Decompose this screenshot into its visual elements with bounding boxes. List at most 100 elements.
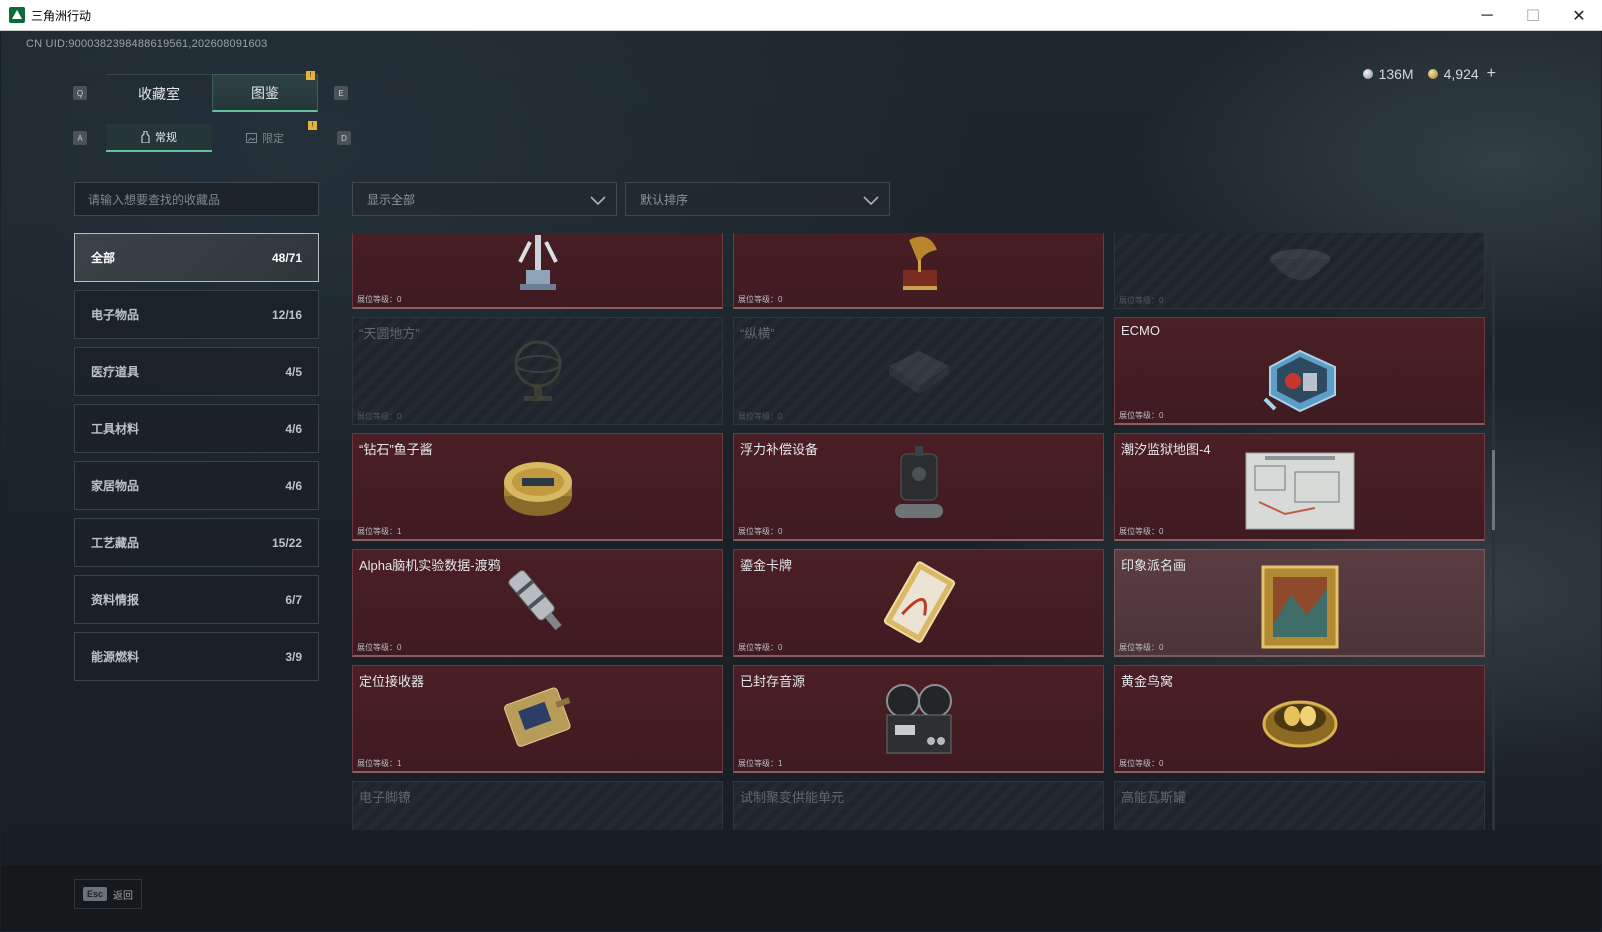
sort-dropdown-value: 默认排序 [640,192,689,207]
back-button[interactable]: Esc 返回 [74,879,142,909]
item-card[interactable]: 浮力补偿设备 展位等级：0 [733,433,1104,541]
category-all[interactable]: 全部 48/71 [74,233,319,282]
item-card[interactable]: 试制聚变供能单元 [733,781,1104,830]
level-label: 展位等级： [357,295,397,304]
item-title: 已封存音源 [740,674,806,689]
maximize-button[interactable]: ☐ [1510,0,1556,31]
category-crafts[interactable]: 工艺藏品 15/22 [74,518,319,567]
back-label: 返回 [113,890,134,902]
tab-notify-badge: ! [306,71,315,80]
level-label: 展位等级： [357,527,397,536]
tab-collection-room[interactable]: 收藏室 [106,74,212,112]
item-card[interactable]: 展位等级：0 [733,233,1104,309]
item-card[interactable]: 已封存音源 展位等级：1 [733,665,1104,773]
item-title: 潮汐监狱地图-4 [1121,442,1211,457]
buoyancy-device-icon [894,445,943,518]
level-label: 展位等级： [738,295,778,304]
add-currency-button[interactable]: + [1487,65,1496,83]
item-title: 浮力补偿设备 [740,442,819,457]
item-card[interactable]: 潮汐监狱地图-4 展位等级：0 [1114,433,1485,541]
window-controls: ─ ☐ ✕ [1464,0,1602,31]
category-energy[interactable]: 能源燃料 3/9 [74,632,319,681]
item-card[interactable]: 定位接收器 展位等级：1 [352,665,723,773]
item-card[interactable]: 高能瓦斯罐 [1114,781,1485,830]
category-household[interactable]: 家居物品 4/6 [74,461,319,510]
item-card[interactable]: “天圆地方” 展位等级：0 [352,317,723,425]
item-title: 高能瓦斯罐 [1121,790,1187,805]
collectible-grid: 展位等级：0 展位等级：0 展位等级：0 “天圆地方” 展位等级：0 “纵横” … [352,233,1485,830]
filter-dropdown[interactable]: 显示全部 [352,182,617,216]
chessboard-icon [888,351,949,394]
gold-balance: 4,924 + [1427,65,1496,83]
category-count: 6/7 [285,592,302,607]
key-hint-q: Q [73,86,87,100]
level-label: 展位等级： [1119,643,1159,652]
category-tools[interactable]: 工具材料 4/6 [74,404,319,453]
item-card[interactable]: “纵横” 展位等级：0 [733,317,1104,425]
gramophone-icon [902,236,937,290]
item-title: Alpha脑机实验数据-渡鸦 [359,558,501,573]
item-card[interactable]: 展位等级：0 [1114,233,1485,309]
golden-nest-icon [1262,700,1337,747]
level-label: 展位等级： [738,527,778,536]
item-level: 0 [1159,759,1164,768]
item-card[interactable]: Alpha脑机实验数据-渡鸦 展位等级：0 [352,549,723,657]
item-card[interactable]: 黄金鸟窝 展位等级：0 [1114,665,1485,773]
item-card[interactable]: “钻石”鱼子酱 展位等级：1 [352,433,723,541]
level-label: 展位等级： [357,412,397,421]
robot-arm-icon [517,235,558,290]
search-input[interactable]: 请输入想要查找的收藏品 [74,182,319,216]
item-title: ECMO [1121,323,1160,338]
sub-tabs: 常规 限定 [106,124,318,152]
category-medical[interactable]: 医疗道具 4/5 [74,347,319,396]
level-label: 展位等级： [738,759,778,768]
gold-card-icon [883,560,955,643]
minimize-button[interactable]: ─ [1464,0,1510,31]
item-card[interactable]: 印象派名画 展位等级：0 [1114,549,1485,657]
item-title: 定位接收器 [359,674,425,689]
picture-icon [246,133,257,143]
currency-bar: 136M 4,924 + [1362,65,1496,83]
subtab-limited[interactable]: 限定 [212,124,318,152]
item-level: 0 [778,412,783,421]
window-titlebar: 三角洲行动 ─ ☐ ✕ [0,0,1602,31]
subtab-regular[interactable]: 常规 [106,124,212,152]
scrollbar-thumb[interactable] [1492,450,1495,530]
item-level: 0 [397,295,402,304]
close-button[interactable]: ✕ [1556,0,1602,31]
item-level: 0 [778,527,783,536]
tab-catalog[interactable]: 图鉴 [212,74,318,112]
ecmo-machine-icon [1263,349,1336,412]
item-card[interactable]: 鎏金卡牌 展位等级：0 [733,549,1104,657]
item-title: “纵横” [740,326,775,341]
category-label: 能源燃料 [91,650,140,664]
window-title: 三角洲行动 [31,8,92,23]
bowl-icon [1269,248,1330,280]
subtab-notify-badge: ! [308,121,317,130]
grid-scrollbar[interactable] [1492,233,1495,830]
item-card[interactable]: ECMO 展位等级：0 [1114,317,1485,425]
category-count: 48/71 [271,250,302,265]
sort-dropdown[interactable]: 默认排序 [625,182,890,216]
chevron-down-icon [863,196,879,206]
level-label: 展位等级： [357,643,397,652]
level-label: 展位等级： [1119,759,1159,768]
silver-balance: 136M [1362,66,1414,82]
category-electronics[interactable]: 电子物品 12/16 [74,290,319,339]
category-count: 4/6 [285,421,302,436]
category-intel[interactable]: 资料情报 6/7 [74,575,319,624]
bottom-bar: Esc 返回 [1,865,1601,931]
item-level: 1 [397,527,402,536]
item-title: “钻石”鱼子酱 [359,442,433,457]
subtab-limited-label: 限定 [262,133,284,145]
level-label: 展位等级： [738,412,778,421]
item-level: 0 [778,295,783,304]
uid-label: CN UID:9000382398488619561,202608091603 [26,38,268,50]
category-label: 工艺藏品 [91,536,140,550]
category-count: 15/22 [271,535,302,550]
item-title: 黄金鸟窝 [1121,674,1174,689]
item-card[interactable]: 展位等级：0 [352,233,723,309]
gold-coin-icon [1427,69,1438,79]
level-label: 展位等级： [738,643,778,652]
item-card[interactable]: 电子脚镣 [352,781,723,830]
